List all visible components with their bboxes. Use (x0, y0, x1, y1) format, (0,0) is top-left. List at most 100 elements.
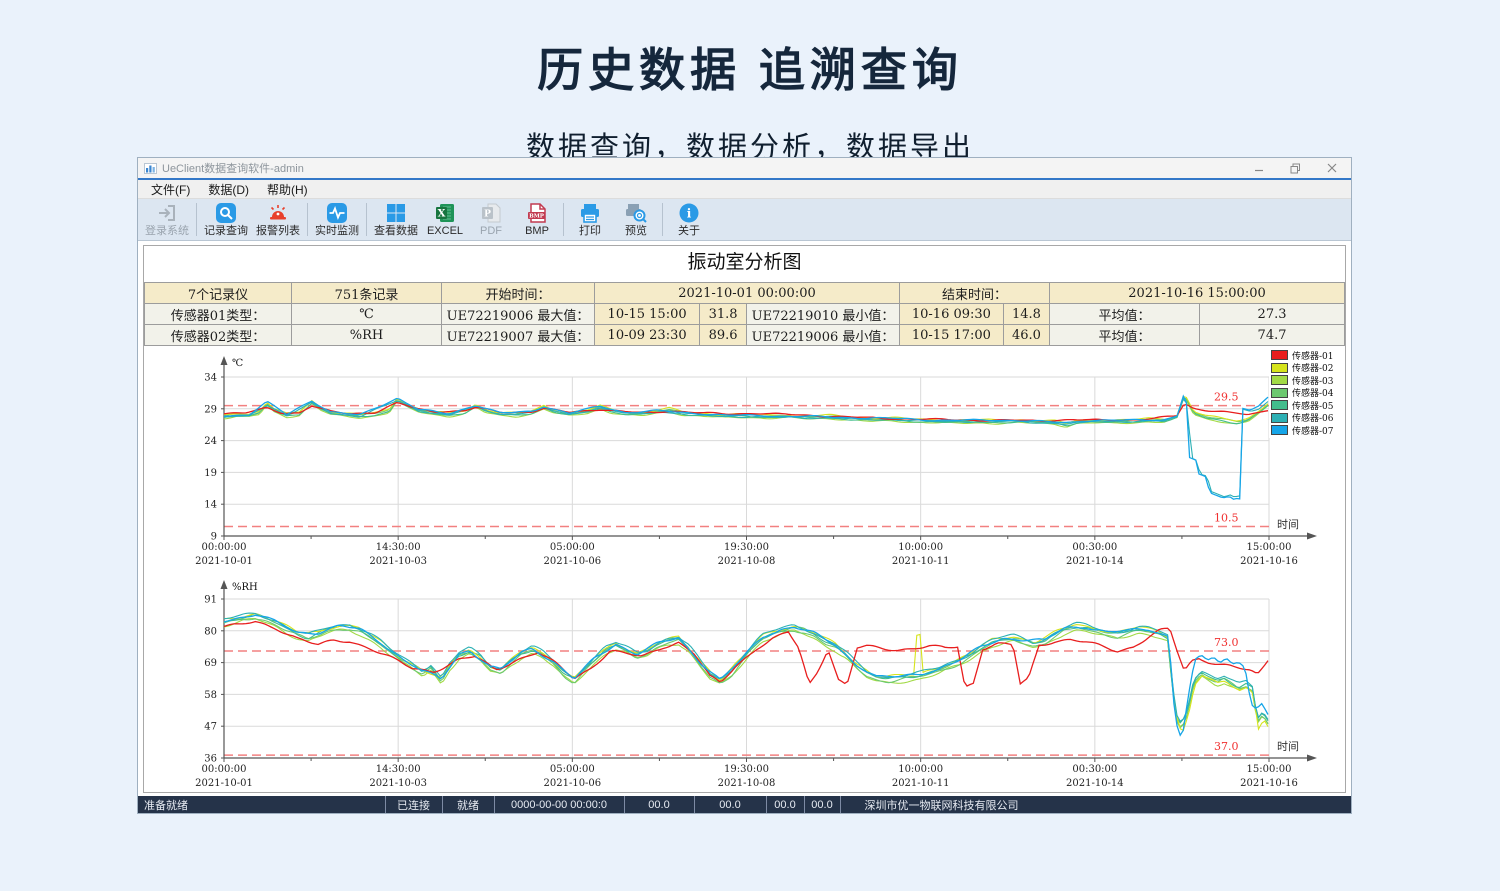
svg-text:2021-10-01: 2021-10-01 (195, 556, 253, 567)
toolbar-button-login[interactable]: 登录系统 (141, 199, 193, 240)
page-title: 历史数据 追溯查询 (0, 34, 1500, 100)
legend-swatch-icon (1271, 350, 1288, 360)
svg-text:BMP: BMP (529, 213, 544, 219)
toolbar-button-pdf[interactable]: P PDF (468, 199, 514, 240)
minimize-icon[interactable] (1254, 163, 1264, 173)
pdf-icon: P (480, 201, 502, 224)
svg-text:2021-10-14: 2021-10-14 (1066, 556, 1124, 567)
svg-text:2021-10-01: 2021-10-01 (195, 778, 253, 789)
svg-text:14: 14 (204, 500, 217, 511)
chart-legend: 传感器-01 传感器-02 传感器-03 传感器-04 传感器-05 传感器-0… (1269, 348, 1345, 438)
maximize-icon[interactable] (1290, 163, 1301, 174)
menubar: 文件(F)数据(D)帮助(H) (138, 180, 1351, 199)
svg-text:时间: 时间 (1277, 518, 1299, 531)
svg-text:2021-10-03: 2021-10-03 (369, 778, 427, 789)
svg-text:10:00:00: 10:00:00 (898, 542, 943, 553)
svg-text:05:00:00: 05:00:00 (550, 542, 595, 553)
menu-item[interactable]: 文件(F) (142, 181, 199, 198)
status-value-1: 00.0 (625, 796, 695, 813)
legend-item: 传感器-06 (1271, 412, 1343, 425)
sensor1-max-label: UE72219006 最大值： (442, 304, 595, 325)
end-time-value: 2021-10-16 15:00:00 (1050, 283, 1345, 304)
monitor-icon (326, 201, 348, 224)
svg-text:10.5: 10.5 (1214, 511, 1239, 524)
status-spacer (1201, 796, 1351, 813)
status-connection: 已连接 (385, 796, 443, 813)
svg-text:2021-10-11: 2021-10-11 (892, 556, 950, 567)
toolbar-button-alarm[interactable]: 报警列表 (252, 199, 304, 240)
svg-text:00:00:00: 00:00:00 (202, 542, 247, 553)
legend-item: 传感器-04 (1271, 387, 1343, 400)
svg-text:19:30:00: 19:30:00 (724, 542, 769, 553)
svg-text:14:30:00: 14:30:00 (376, 764, 421, 775)
svg-text:29.5: 29.5 (1214, 391, 1239, 404)
svg-text:29: 29 (204, 404, 217, 415)
app-logo-icon (144, 163, 157, 174)
svg-text:73.0: 73.0 (1214, 636, 1239, 649)
sensor2-avg-label: 平均值： (1050, 325, 1200, 346)
sensor2-type-label: 传感器02类型： (145, 325, 292, 346)
svg-text:i: i (687, 206, 692, 220)
excel-icon: X (434, 201, 456, 224)
svg-text:00:30:00: 00:30:00 (1072, 542, 1117, 553)
svg-text:P: P (484, 209, 491, 219)
toolbar-button-about[interactable]: i 关于 (666, 199, 712, 240)
svg-text:X: X (438, 208, 446, 219)
titlebar: UeClient数据查询软件-admin (138, 158, 1351, 178)
toolbar-button-monitor[interactable]: 实时监测 (311, 199, 363, 240)
svg-text:37.0: 37.0 (1214, 740, 1239, 753)
toolbar-button-grid[interactable]: 查看数据 (370, 199, 422, 240)
summary-table: 7个记录仪 751条记录 开始时间： 2021-10-01 00:00:00 结… (144, 282, 1345, 346)
legend-swatch-icon (1271, 400, 1288, 410)
legend-item: 传感器-01 (1271, 349, 1343, 362)
report-title: 振动室分析图 (144, 250, 1345, 274)
legend-swatch-icon (1271, 375, 1288, 385)
legend-item: 传感器-05 (1271, 399, 1343, 412)
svg-text:2021-10-16: 2021-10-16 (1240, 556, 1298, 567)
svg-text:19: 19 (204, 468, 217, 479)
table-row: 7个记录仪 751条记录 开始时间： 2021-10-01 00:00:00 结… (145, 283, 1345, 304)
alarm-icon (267, 201, 289, 224)
svg-text:2021-10-14: 2021-10-14 (1066, 778, 1124, 789)
grid-icon (385, 201, 407, 224)
sensor1-max-cell: 10-15 15:0031.8 (595, 304, 747, 325)
toolbar-separator (307, 203, 308, 236)
sensor2-min-cell: 10-15 17:0046.0 (900, 325, 1050, 346)
status-value-3: 00.0 (767, 796, 805, 813)
table-row: 传感器01类型： ℃ UE72219006 最大值： 10-15 15:0031… (145, 304, 1345, 325)
sensor2-max-label: UE72219007 最大值： (442, 325, 595, 346)
legend-item: 传感器-03 (1271, 374, 1343, 387)
search-icon (215, 201, 237, 224)
toolbar-button-search[interactable]: 记录查询 (200, 199, 252, 240)
svg-text:时间: 时间 (1277, 740, 1299, 753)
toolbar-button-bmp[interactable]: BMP BMP (514, 199, 560, 240)
toolbar-button-excel[interactable]: X EXCEL (422, 199, 468, 240)
svg-text:91: 91 (204, 595, 217, 606)
close-icon[interactable] (1327, 163, 1337, 173)
svg-text:69: 69 (204, 658, 217, 669)
start-time-label: 开始时间： (442, 283, 595, 304)
svg-text:2021-10-03: 2021-10-03 (369, 556, 427, 567)
legend-item: 传感器-02 (1271, 362, 1343, 375)
svg-text:2021-10-06: 2021-10-06 (544, 778, 602, 789)
record-count-cell: 751条记录 (292, 283, 442, 304)
menu-item[interactable]: 数据(D) (199, 181, 258, 198)
toolbar-button-preview[interactable]: 预览 (613, 199, 659, 240)
table-row: 传感器02类型： %RH UE72219007 最大值： 10-09 23:30… (145, 325, 1345, 346)
svg-text:34: 34 (204, 373, 217, 384)
sensor1-avg-value: 27.3 (1200, 304, 1345, 325)
status-value-4: 00.0 (805, 796, 841, 813)
svg-text:%RH: %RH (232, 582, 258, 593)
sensor1-type-label: 传感器01类型： (145, 304, 292, 325)
svg-text:15:00:00: 15:00:00 (1247, 764, 1292, 775)
menu-item[interactable]: 帮助(H) (258, 181, 317, 198)
window-title: UeClient数据查询软件-admin (162, 160, 304, 176)
svg-text:24: 24 (204, 436, 217, 447)
toolbar-separator (662, 203, 663, 236)
report-panel: 振动室分析图 7个记录仪 751条记录 开始时间： 2021-10-01 00:… (143, 245, 1346, 793)
svg-text:14:30:00: 14:30:00 (376, 542, 421, 553)
sensor2-unit: %RH (292, 325, 442, 346)
toolbar-button-print[interactable]: 打印 (567, 199, 613, 240)
app-window: UeClient数据查询软件-admin 文件(F)数据(D)帮助(H) 登录系… (137, 157, 1352, 814)
svg-text:36: 36 (204, 754, 217, 765)
